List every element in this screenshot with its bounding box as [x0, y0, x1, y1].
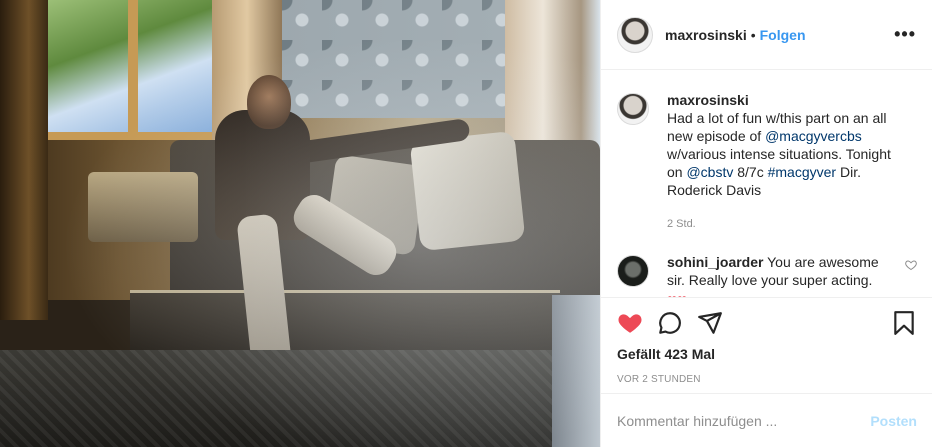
- author-avatar[interactable]: [617, 16, 653, 53]
- commenter-avatar[interactable]: [617, 255, 649, 287]
- caption-avatar[interactable]: [617, 93, 649, 125]
- caption: maxrosinski Had a lot of fun w/this part…: [617, 91, 917, 233]
- post-time[interactable]: VOR 2 STUNDEN: [617, 374, 917, 385]
- post-actions: Gefällt 423 Mal VOR 2 STUNDEN: [601, 297, 932, 385]
- instagram-post: maxrosinski • Folgen ••• maxrosinski Had…: [0, 0, 932, 447]
- comment-like-icon[interactable]: [905, 259, 917, 271]
- comments-list[interactable]: maxrosinski Had a lot of fun w/this part…: [601, 71, 932, 297]
- post-button[interactable]: Posten: [870, 413, 917, 429]
- caption-username[interactable]: maxrosinski: [667, 92, 749, 108]
- mention-link[interactable]: @cbstv: [686, 164, 733, 180]
- header-separator: •: [750, 26, 756, 43]
- caption-text: 8/7c: [733, 164, 768, 180]
- follow-button[interactable]: Folgen: [760, 27, 806, 43]
- author-username[interactable]: maxrosinski: [665, 27, 747, 43]
- more-options-icon[interactable]: •••: [894, 24, 916, 45]
- commenter-username[interactable]: sohini_joarder: [667, 254, 763, 270]
- likes-count[interactable]: Gefällt 423 Mal: [617, 346, 917, 362]
- heart-filled-icon[interactable]: [617, 310, 643, 336]
- caption-body: maxrosinski Had a lot of fun w/this part…: [667, 91, 897, 233]
- comment-icon[interactable]: [657, 310, 683, 336]
- photo-light-haze: [0, 0, 600, 447]
- bookmark-icon[interactable]: [891, 310, 917, 336]
- caption-time[interactable]: 2 Std.: [667, 215, 897, 233]
- hashtag-link[interactable]: #macgyver: [768, 164, 836, 180]
- share-icon[interactable]: [697, 310, 723, 336]
- mention-link[interactable]: @macgyvercbs: [765, 128, 862, 144]
- comment-input[interactable]: [617, 412, 871, 429]
- add-comment-bar: Posten: [601, 393, 932, 447]
- action-icons: [617, 298, 917, 348]
- comment-body: sohini_joarder You are awesome sir. Real…: [667, 253, 897, 297]
- post-sidebar: maxrosinski • Folgen ••• maxrosinski Had…: [600, 0, 932, 447]
- post-header: maxrosinski • Folgen •••: [601, 0, 932, 70]
- post-photo[interactable]: [0, 0, 600, 447]
- comment-item: sohini_joarder You are awesome sir. Real…: [617, 253, 917, 297]
